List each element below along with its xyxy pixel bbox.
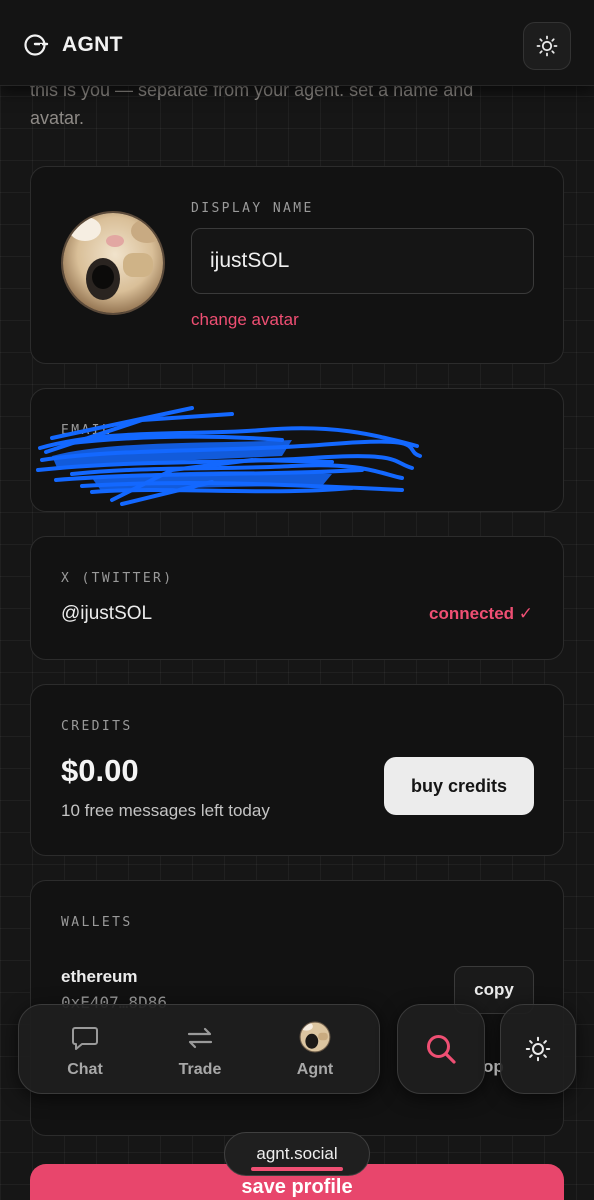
domain-pill[interactable]: agnt.social <box>224 1132 370 1176</box>
theme-toggle-button[interactable] <box>523 22 571 70</box>
display-name-label: DISPLAY NAME <box>191 201 314 216</box>
display-name-input[interactable] <box>191 228 534 294</box>
credits-balance: $0.00 <box>61 753 139 788</box>
sun-icon <box>536 35 558 57</box>
nav-label-chat: Chat <box>67 1061 103 1078</box>
sun-icon <box>525 1036 551 1062</box>
save-profile-label: save profile <box>241 1175 353 1198</box>
twitter-card: X (TWITTER) @ijustSOL connected ✓ <box>30 536 564 660</box>
twitter-connected-status: connected ✓ <box>429 604 533 623</box>
chat-bubble-icon <box>72 1027 98 1050</box>
cat-avatar-image <box>63 213 163 313</box>
credits-label: CREDITS <box>61 719 133 734</box>
swap-arrows-icon <box>187 1027 213 1049</box>
brand-name: AGNT <box>62 33 123 56</box>
nav-item-trade[interactable]: Trade <box>150 1005 250 1095</box>
bottom-nav-bar: Chat Trade Agnt <box>18 1004 380 1094</box>
profile-card: DISPLAY NAME change avatar <box>30 166 564 364</box>
nav-item-agnt[interactable]: Agnt <box>265 1005 365 1095</box>
user-avatar[interactable] <box>61 211 165 315</box>
intro-line-2: avatar. <box>30 108 85 128</box>
avatar-icon <box>299 1021 331 1053</box>
wallets-label: WALLETS <box>61 915 133 930</box>
app-header: AGNT <box>0 0 594 86</box>
redaction-scribble <box>36 406 422 506</box>
twitter-label: X (TWITTER) <box>61 571 174 586</box>
agnt-logo-icon <box>24 34 49 56</box>
domain-underline <box>251 1167 343 1171</box>
wallet-chain-name: ethereum <box>61 967 138 986</box>
change-avatar-link[interactable]: change avatar <box>191 310 299 330</box>
free-messages-note: 10 free messages left today <box>61 801 270 820</box>
domain-text: agnt.social <box>256 1144 338 1163</box>
nav-item-chat[interactable]: Chat <box>35 1005 135 1095</box>
credits-card: CREDITS $0.00 10 free messages left toda… <box>30 684 564 856</box>
search-button[interactable] <box>397 1004 485 1094</box>
search-icon <box>427 1035 456 1064</box>
nav-label-trade: Trade <box>178 1061 222 1078</box>
twitter-handle: @ijustSOL <box>61 603 153 624</box>
theme-button-floating[interactable] <box>500 1004 576 1094</box>
nav-label-agnt: Agnt <box>296 1061 334 1078</box>
buy-credits-button[interactable]: buy credits <box>384 757 534 815</box>
